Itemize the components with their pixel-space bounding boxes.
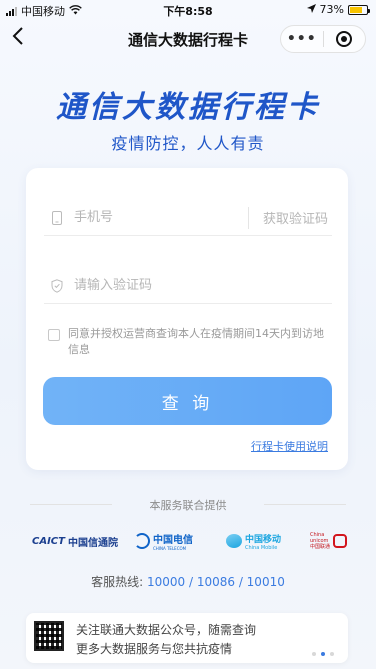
shield-icon [50,278,64,294]
agree-checkbox[interactable] [48,329,60,341]
get-code-button[interactable]: 获取验证码 [263,208,332,227]
page-subtitle: 疫情防控，人人有责 [111,134,265,153]
agreement-text: 同意并授权运营商查询本人在疫情期间14天内到访地信息 [68,327,324,356]
battery-percent: 73% [319,3,344,16]
nav-bar: 通信大数据行程卡 ••• [0,20,376,56]
caict-mark: CAICT [32,535,65,547]
page-title: 通信大数据行程卡 [56,90,320,125]
query-button[interactable]: 查 询 [43,377,332,425]
telecom-name: 中国电信 [153,535,193,546]
query-card: 获取验证码 同意并授权运营商查询本人在疫情期间14天内到访地信息 查 询 行程卡… [26,168,348,470]
carousel-dot [312,652,316,656]
status-bar: 中国移动 下午8:58 73% [0,0,376,20]
china-mobile-logo: 中国移动 China Mobile [226,527,281,555]
promo-banner[interactable]: 关注联通大数据公众号，随需查询 更多大数据服务与您共抗疫情 [26,613,348,663]
caict-logo: CAICT 中国信通院 [32,527,118,555]
carousel-dot [330,652,334,656]
qr-code-icon [34,621,64,651]
mobile-icon [226,534,242,548]
providers-heading: 本服务联合提供 [149,499,227,512]
carousel-dots [312,652,334,656]
code-field [44,268,332,304]
field-separator [247,206,249,229]
caict-name: 中国信通院 [67,537,118,549]
code-input[interactable] [74,270,332,301]
provider-logos: CAICT 中国信通院 中国电信 CHINA TELECOM 中国移动 Chin… [18,527,358,555]
close-mini-program-icon[interactable] [323,31,365,47]
more-icon[interactable]: ••• [281,31,323,47]
mobile-name: 中国移动 [245,534,282,545]
hotline: 客服热线: 10000 / 10086 / 10010 [0,573,376,590]
mini-program-capsule: ••• [280,25,366,53]
agreement-row: 同意并授权运营商查询本人在疫情期间14天内到访地信息 [48,326,334,358]
help-link[interactable]: 行程卡使用说明 [251,438,328,454]
hotline-numbers[interactable]: 10000 / 10086 / 10010 [147,575,285,589]
china-unicom-logo: China unicom中国联通 [310,527,347,555]
phone-input[interactable] [74,202,248,233]
banner-line-2: 更多大数据服务与您共抗疫情 [76,642,233,656]
phone-icon [50,210,64,226]
unicom-name: China unicom中国联通 [310,532,331,550]
telecom-icon [134,533,150,549]
divider-right [264,504,346,505]
hotline-label: 客服热线: [91,575,147,589]
phone-field: 获取验证码 [44,200,332,236]
location-arrow-icon [306,3,316,16]
battery-fill [350,6,362,13]
status-right: 73% [306,3,370,16]
banner-line-1: 关注联通大数据公众号，随需查询 [76,623,257,637]
unicom-icon [333,534,347,548]
carousel-dot-active [321,652,325,656]
china-telecom-logo: 中国电信 CHINA TELECOM [134,527,193,555]
battery-icon [348,4,370,15]
telecom-name-en: CHINA TELECOM [153,546,187,551]
mobile-name-en: China Mobile [245,544,278,551]
